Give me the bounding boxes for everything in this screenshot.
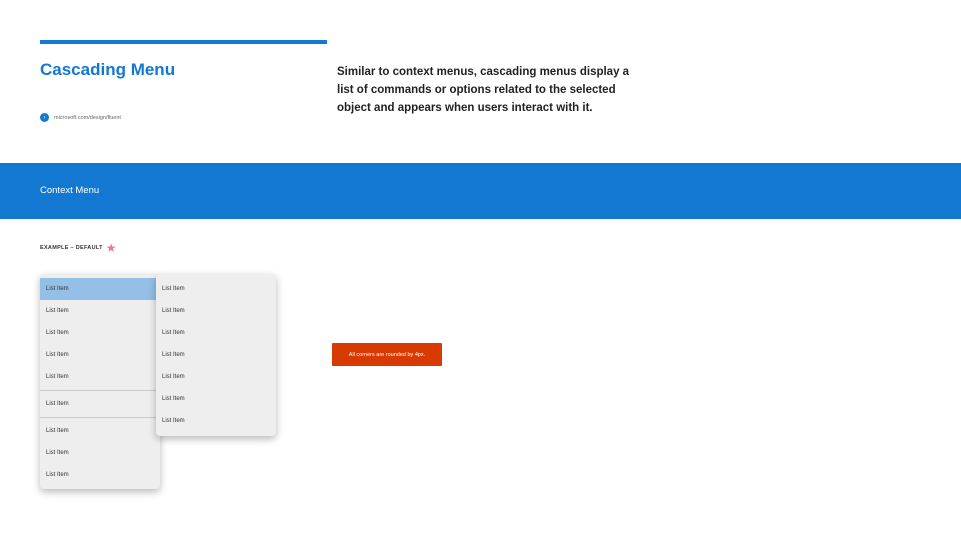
menu-item[interactable]: List Item (40, 366, 160, 388)
menu-item[interactable]: List Item (40, 393, 160, 415)
menu-divider (40, 417, 156, 418)
slide: Cascading Menu › microsoft.com/design/fl… (0, 0, 961, 540)
menu-item[interactable]: List Item (40, 322, 160, 344)
primary-menu: List Item List Item List Item List Item … (40, 274, 160, 489)
submenu: List Item List Item List Item List Item … (156, 274, 276, 436)
description: Similar to context menus, cascading menu… (337, 66, 630, 114)
submenu-item[interactable]: List Item (156, 300, 276, 322)
submenu-item[interactable]: List Item (156, 344, 276, 366)
banner-title: Context Menu (40, 185, 100, 196)
submenu-item[interactable]: List Item (156, 278, 276, 300)
menu-item[interactable]: List Item (40, 344, 160, 366)
annotation-callout: All corners are rounded by 4px. (332, 343, 442, 366)
submenu-item[interactable]: List Item (156, 322, 276, 344)
page-title: Cascading Menu (40, 60, 176, 79)
accent-rule (40, 40, 327, 44)
source-link-text[interactable]: microsoft.com/design/fluent (54, 115, 121, 121)
menu-item[interactable]: List Item (40, 464, 160, 486)
star-icon: ★ (105, 241, 117, 255)
source-link[interactable]: › microsoft.com/design/fluent (40, 113, 121, 122)
example-label: EXAMPLE – DEFAULT ★ (40, 242, 117, 254)
menu-item[interactable]: List Item (40, 420, 160, 442)
submenu-item[interactable]: List Item (156, 366, 276, 388)
menu-item[interactable]: List Item (40, 300, 160, 322)
menu-item-selected[interactable]: List Item (40, 278, 160, 300)
menu-divider (40, 390, 156, 391)
arrow-circle-icon: › (40, 113, 49, 122)
submenu-item[interactable]: List Item (156, 388, 276, 410)
menu-item[interactable]: List Item (40, 442, 160, 464)
example-label-text: EXAMPLE – DEFAULT (40, 245, 103, 251)
submenu-item[interactable]: List Item (156, 410, 276, 432)
section-banner: Context Menu (0, 163, 961, 219)
